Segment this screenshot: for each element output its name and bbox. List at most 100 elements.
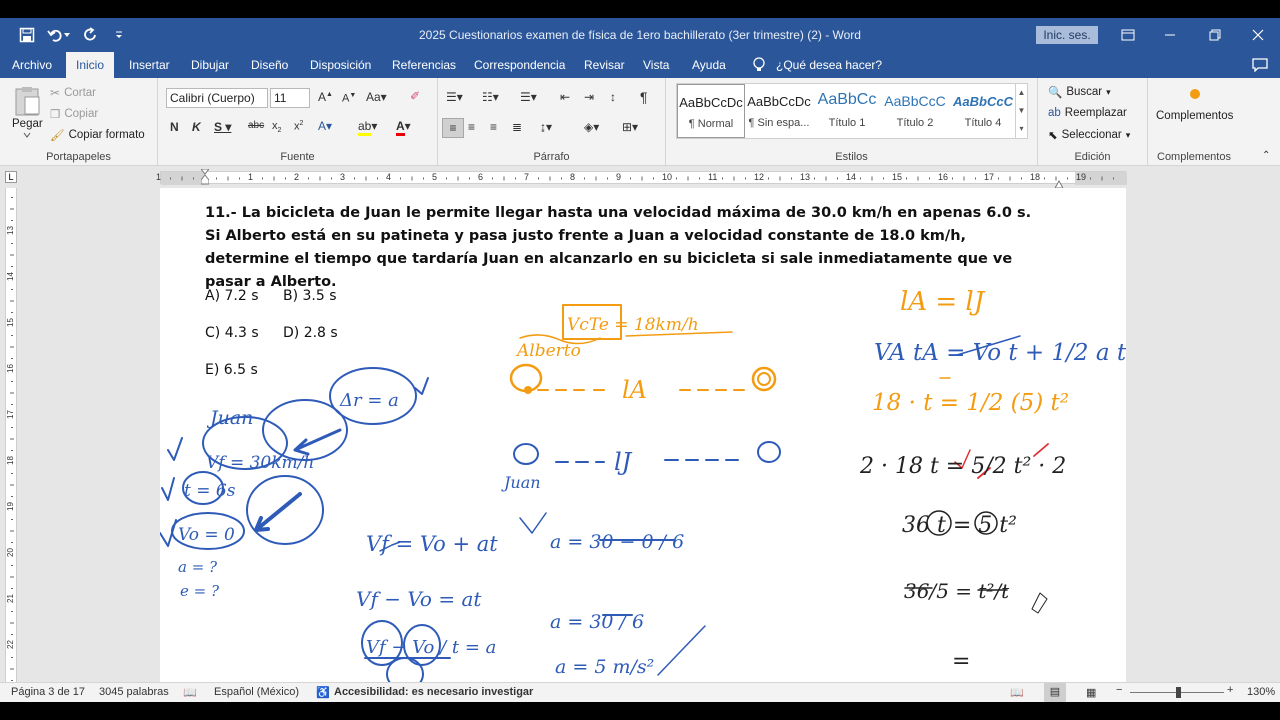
style-no-spacing[interactable]: AaBbCcDc ¶ Sin espa...	[745, 84, 813, 138]
align-left-icon[interactable]: ≡	[442, 118, 464, 138]
page-count[interactable]: Página 3 de 17	[11, 686, 85, 698]
tab-insertar[interactable]: Insertar	[127, 52, 172, 78]
styles-gallery: AaBbCcDc ¶ Normal AaBbCcDc ¶ Sin espa...…	[676, 83, 1028, 139]
borders-icon[interactable]: ⊞▾	[622, 120, 638, 134]
document-page[interactable]: 11.- La bicicleta de Juan le permite lle…	[160, 188, 1126, 682]
paste-button[interactable]: Pegar	[12, 86, 43, 138]
style-heading-4[interactable]: AaBbCcC Título 4	[949, 84, 1017, 138]
zoom-in-icon[interactable]: +	[1227, 684, 1233, 696]
vertical-ruler: 1314151617181920212223	[0, 188, 22, 695]
sort-icon[interactable]: ↕	[610, 90, 616, 104]
font-size-combo[interactable]: 11	[270, 88, 310, 108]
tab-ayuda[interactable]: Ayuda	[690, 52, 728, 78]
show-marks-icon[interactable]: ¶	[640, 89, 648, 105]
style-normal[interactable]: AaBbCcDc ¶ Normal	[677, 84, 745, 138]
shading-icon[interactable]: ◈▾	[584, 120, 599, 134]
align-center-icon[interactable]: ≡	[468, 120, 475, 134]
search-icon: 🔍	[1048, 87, 1063, 99]
proofing-icon[interactable]: 📖	[183, 686, 197, 699]
tell-me-search[interactable]: ¿Qué desea hacer?	[774, 52, 884, 78]
minimize-icon[interactable]	[1158, 25, 1182, 45]
justify-icon[interactable]: ≣	[512, 120, 522, 134]
accessibility-status[interactable]: Accesibilidad: es necesario investigar	[334, 686, 533, 698]
ink-circle-arrow-top	[262, 399, 348, 461]
select-button[interactable]: ⬉ Seleccionar ▾	[1048, 128, 1130, 142]
tab-selector-icon[interactable]: L	[5, 171, 17, 183]
align-right-icon[interactable]: ≡	[490, 120, 497, 134]
format-painter-button[interactable]: 🖌 Copiar formato	[50, 128, 145, 142]
ink-juan-dashes	[555, 459, 739, 463]
language-indicator[interactable]: Español (México)	[214, 686, 299, 698]
indent-marker-left[interactable]	[199, 168, 211, 185]
text-effects-icon[interactable]: A▾	[318, 119, 332, 133]
title-bar: 2025 Cuestionarios examen de física de 1…	[0, 18, 1280, 52]
sign-in-button[interactable]: Inic. ses.	[1036, 26, 1098, 44]
ink-juan-start	[513, 443, 539, 465]
bold-icon[interactable]: N	[170, 120, 179, 134]
ruler-number: 7	[524, 172, 530, 182]
indent-marker-right[interactable]	[1054, 176, 1064, 189]
superscript-icon[interactable]: x2	[294, 120, 303, 133]
subscript-icon[interactable]: x2	[272, 120, 281, 134]
zoom-level[interactable]: 130%	[1247, 686, 1275, 698]
shrink-font-icon[interactable]: A▼	[342, 92, 356, 105]
cut-button[interactable]: ✂ Cortar	[50, 86, 96, 100]
zoom-out-icon[interactable]: −	[1116, 684, 1122, 696]
tab-referencias[interactable]: Referencias	[390, 52, 458, 78]
tab-diseno[interactable]: Diseño	[249, 52, 290, 78]
print-layout-icon[interactable]: ▤	[1044, 683, 1066, 702]
italic-icon[interactable]: K	[192, 120, 201, 134]
font-name-combo[interactable]: Calibri (Cuerpo)	[166, 88, 268, 108]
tab-archivo[interactable]: Archivo	[10, 52, 54, 78]
tab-disposicion[interactable]: Disposición	[308, 52, 373, 78]
strikethrough-icon[interactable]: abc	[248, 120, 264, 131]
undo-dropdown-icon[interactable]	[62, 25, 72, 45]
styles-scroll-arrows[interactable]: ▲ ▼ ▾	[1015, 84, 1027, 138]
web-layout-icon[interactable]: ▦	[1086, 686, 1096, 699]
addins-group: Complementos Complementos	[1148, 78, 1240, 166]
copy-button[interactable]: ❐ Copiar	[50, 107, 98, 121]
bullets-icon[interactable]: ☰▾	[446, 90, 463, 104]
close-icon[interactable]	[1246, 25, 1270, 45]
tab-correspondencia[interactable]: Correspondencia	[472, 52, 567, 78]
numbering-icon[interactable]: ☷▾	[482, 90, 499, 104]
copy-label: Copiar	[64, 108, 99, 120]
increase-indent-icon[interactable]: ⇥	[584, 90, 594, 104]
ink-v0: Vo = 0	[178, 525, 235, 545]
read-mode-icon[interactable]: 📖	[1010, 686, 1024, 699]
line-spacing-icon[interactable]: ↨▾	[540, 120, 552, 134]
addins-button[interactable]: Complementos	[1156, 88, 1233, 122]
save-icon[interactable]	[16, 25, 38, 45]
redo-icon[interactable]	[80, 25, 102, 45]
style-heading-1[interactable]: AaBbCc Título 1	[813, 84, 881, 138]
ruler-number: 1	[248, 172, 254, 182]
find-label: Buscar	[1066, 86, 1103, 98]
multilevel-list-icon[interactable]: ☰▾	[520, 90, 537, 104]
grow-font-icon[interactable]: A▲	[318, 90, 333, 104]
horizontal-ruler-ticks	[161, 172, 1127, 185]
tab-dibujar[interactable]: Dibujar	[189, 52, 231, 78]
tab-inicio[interactable]: Inicio	[66, 52, 115, 78]
ink-circle-arrow-bottom	[246, 475, 324, 545]
zoom-slider-thumb[interactable]	[1176, 687, 1181, 698]
style-heading-2[interactable]: AaBbCcC Título 2	[881, 84, 949, 138]
word-count[interactable]: 3045 palabras	[99, 686, 169, 698]
font-color-icon[interactable]: A▾	[396, 119, 411, 136]
ink-juan-label-2: Juan	[501, 473, 541, 492]
highlight-icon[interactable]: ab▾	[358, 119, 377, 136]
underline-icon[interactable]: S ▾	[214, 120, 231, 134]
ribbon-display-options-icon[interactable]	[1116, 25, 1140, 45]
decrease-indent-icon[interactable]: ⇤	[560, 90, 570, 104]
change-case-icon[interactable]: Aa▾	[366, 90, 387, 104]
restore-icon[interactable]	[1203, 25, 1227, 45]
find-button[interactable]: 🔍 Buscar ▾	[1048, 85, 1111, 99]
replace-button[interactable]: ab Reemplazar	[1048, 107, 1127, 119]
comments-icon[interactable]	[1250, 52, 1270, 78]
customize-toolbar-icon[interactable]	[108, 25, 130, 45]
tab-revisar[interactable]: Revisar	[582, 52, 627, 78]
collapse-ribbon-icon[interactable]: ⌃	[1262, 150, 1270, 161]
tab-vista[interactable]: Vista	[641, 52, 671, 78]
clear-formatting-icon[interactable]: ✐	[410, 89, 420, 103]
replace-icon: ab	[1048, 107, 1061, 119]
ruler-number: 19	[5, 502, 15, 511]
